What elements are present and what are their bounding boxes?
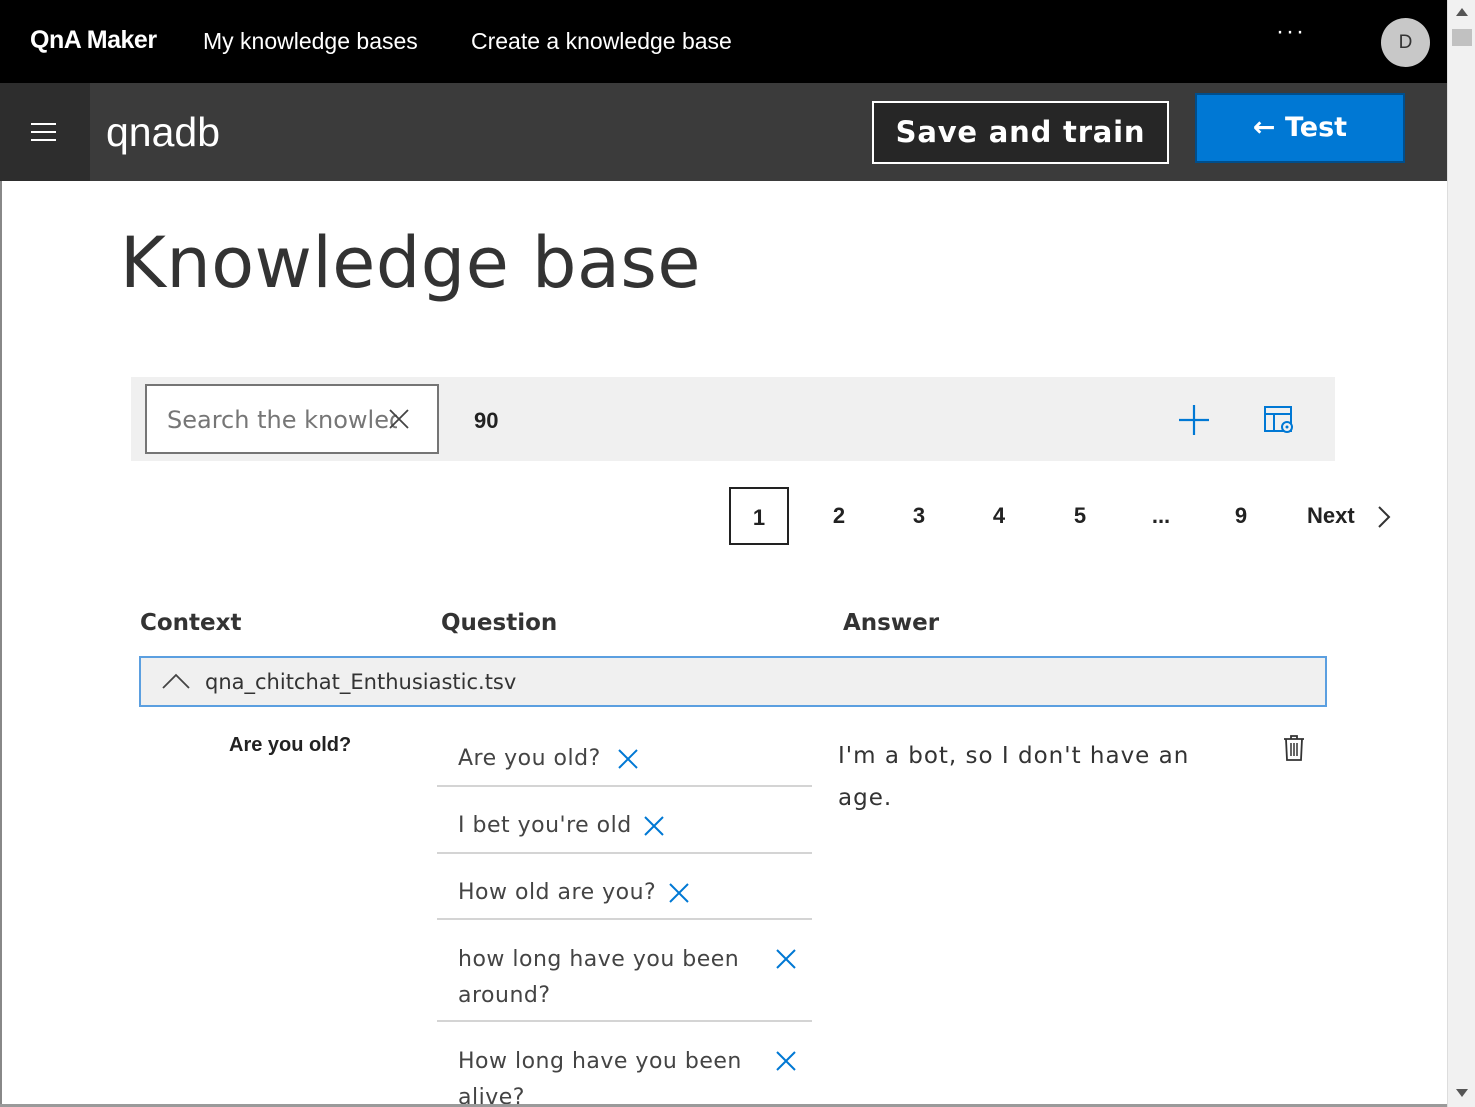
page-title: Knowledge base	[120, 222, 701, 304]
chevron-right-icon[interactable]	[1376, 505, 1392, 529]
question-item[interactable]: how long have you been around?	[437, 920, 812, 1022]
kb-toolbar: 90	[131, 377, 1335, 461]
page-1-button[interactable]: 1	[729, 487, 789, 545]
close-icon[interactable]	[775, 948, 797, 970]
question-item[interactable]: I bet you're old	[437, 787, 812, 854]
save-and-train-button[interactable]: Save and train	[872, 101, 1169, 164]
user-avatar[interactable]: D	[1381, 18, 1430, 67]
question-item[interactable]: How old are you?	[437, 854, 812, 920]
question-item[interactable]: Are you old?	[437, 724, 812, 787]
page-9-button[interactable]: 9	[1221, 487, 1261, 545]
source-group-row[interactable]: qna_chitchat_Enthusiastic.tsv	[139, 656, 1327, 707]
question-text[interactable]: Are you old?	[458, 741, 601, 777]
page-ellipsis[interactable]: ...	[1141, 487, 1181, 545]
kb-name: qnadb	[106, 109, 221, 155]
kb-header-bar: qnadb Save and train ← Test	[0, 83, 1447, 181]
close-icon[interactable]	[617, 748, 639, 770]
question-item[interactable]: How long have you been alive?	[437, 1022, 812, 1107]
close-icon[interactable]	[668, 882, 690, 904]
plus-icon[interactable]	[1177, 403, 1211, 437]
qna-count: 90	[474, 408, 499, 433]
nav-my-knowledge-bases[interactable]: My knowledge bases	[203, 28, 418, 55]
next-page-button[interactable]: Next	[1307, 487, 1355, 545]
close-icon[interactable]	[775, 1050, 797, 1072]
test-button[interactable]: ← Test	[1195, 93, 1405, 163]
search-input[interactable]	[167, 404, 397, 436]
page-2-button[interactable]: 2	[819, 487, 859, 545]
app-brand[interactable]: QnA Maker	[30, 26, 157, 55]
page-border	[0, 181, 2, 1107]
question-text[interactable]: How old are you?	[458, 875, 656, 911]
page-3-button[interactable]: 3	[899, 487, 939, 545]
question-text[interactable]: I bet you're old	[458, 808, 632, 844]
context-question: Are you old?	[229, 734, 352, 756]
source-file-name: qna_chitchat_Enthusiastic.tsv	[205, 670, 517, 694]
vertical-scrollbar[interactable]	[1447, 0, 1475, 1107]
question-text[interactable]: how long have you been around?	[458, 942, 758, 1014]
chevron-up-icon[interactable]	[161, 672, 191, 690]
hamburger-icon[interactable]	[0, 83, 90, 181]
more-options-icon[interactable]: ···	[1276, 20, 1306, 44]
trash-icon[interactable]	[1282, 734, 1306, 762]
column-header-question: Question	[441, 610, 558, 636]
scroll-thumb[interactable]	[1452, 29, 1472, 46]
search-box	[145, 384, 439, 454]
scroll-down-arrow-icon[interactable]	[1456, 1089, 1468, 1097]
column-header-context: Context	[140, 610, 242, 636]
page-4-button[interactable]: 4	[979, 487, 1019, 545]
close-icon[interactable]	[387, 407, 411, 431]
question-text[interactable]: How long have you been alive?	[458, 1044, 758, 1107]
column-header-answer: Answer	[843, 610, 940, 636]
nav-create-knowledge-base[interactable]: Create a knowledge base	[471, 28, 732, 55]
answer-text[interactable]: I'm a bot, so I don't have an age.	[838, 735, 1208, 819]
page-5-button[interactable]: 5	[1060, 487, 1100, 545]
scroll-up-arrow-icon[interactable]	[1456, 8, 1468, 16]
top-nav-bar: QnA Maker My knowledge bases Create a kn…	[0, 0, 1447, 83]
close-icon[interactable]	[643, 815, 665, 837]
table-settings-icon[interactable]	[1263, 404, 1295, 436]
